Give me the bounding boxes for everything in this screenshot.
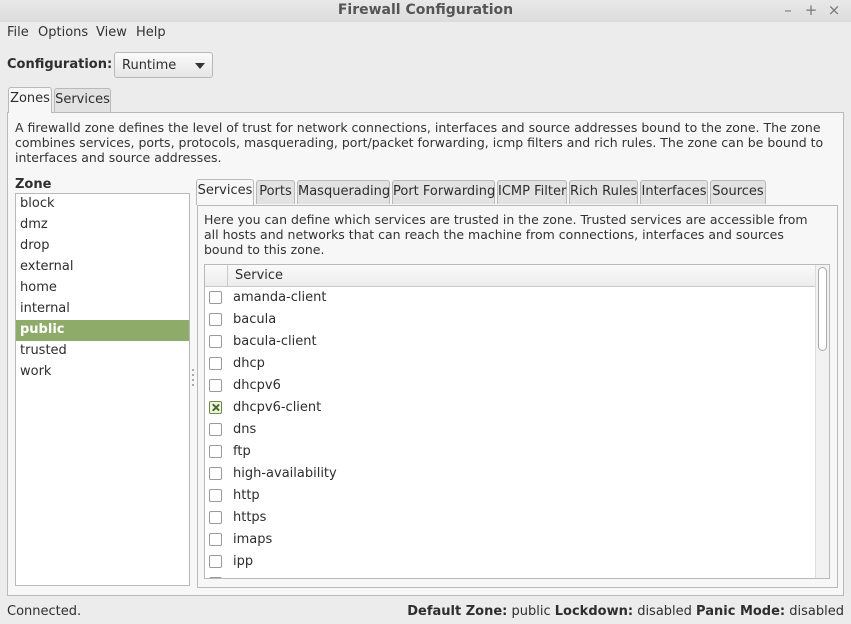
zones-description: A firewalld zone defines the level of tr… bbox=[15, 120, 824, 165]
default-zone-label: Default Zone: bbox=[407, 604, 508, 619]
tab-zone-sources[interactable]: Sources bbox=[710, 180, 766, 204]
firewall-config-window: Firewall Configuration – + × File Option… bbox=[0, 0, 851, 624]
configuration-value: Runtime bbox=[122, 58, 177, 73]
default-zone-value: public bbox=[511, 604, 551, 619]
service-checkbox[interactable] bbox=[209, 511, 222, 524]
service-name: http bbox=[233, 488, 260, 503]
service-checkbox[interactable] bbox=[209, 379, 222, 392]
service-checkbox[interactable] bbox=[209, 533, 222, 546]
zone-item-trusted[interactable]: trusted bbox=[16, 341, 189, 362]
zone-list: block dmz drop external home internal pu… bbox=[15, 193, 190, 586]
service-checkbox[interactable] bbox=[209, 555, 222, 568]
service-checkbox[interactable] bbox=[209, 577, 222, 578]
table-row: imaps bbox=[205, 529, 815, 551]
service-name: dhcp bbox=[233, 356, 265, 371]
table-row: https bbox=[205, 507, 815, 529]
service-name: amanda-client bbox=[233, 290, 327, 305]
service-name: high-availability bbox=[233, 466, 337, 481]
lockdown-value: disabled bbox=[637, 604, 692, 619]
lockdown-label: Lockdown: bbox=[554, 604, 634, 619]
service-checkbox[interactable] bbox=[209, 489, 222, 502]
window-title: Firewall Configuration bbox=[337, 2, 514, 18]
zone-services-panel: Here you can define which services are t… bbox=[197, 205, 838, 588]
zone-item-internal[interactable]: internal bbox=[16, 299, 189, 320]
zones-panel: A firewalld zone defines the level of tr… bbox=[7, 112, 844, 596]
panic-mode-label: Panic Mode: bbox=[696, 604, 786, 619]
zone-item-external[interactable]: external bbox=[16, 257, 189, 278]
service-name: bacula-client bbox=[233, 334, 317, 349]
configuration-label: Configuration: bbox=[7, 57, 113, 72]
table-row-partial bbox=[205, 573, 815, 578]
table-row: bacula-client bbox=[205, 331, 815, 353]
service-name: imaps bbox=[233, 532, 273, 547]
table-row: ftp bbox=[205, 441, 815, 463]
connection-status: Connected. bbox=[7, 604, 82, 619]
service-name: dhcpv6 bbox=[233, 378, 281, 393]
service-checkbox[interactable] bbox=[209, 445, 222, 458]
services-table-header: Service bbox=[205, 265, 815, 287]
panic-mode-value: disabled bbox=[789, 604, 844, 619]
tab-zone-rich-rules[interactable]: Rich Rules bbox=[569, 180, 638, 204]
zone-item-dmz[interactable]: dmz bbox=[16, 215, 189, 236]
menu-help[interactable]: Help bbox=[136, 25, 166, 40]
tab-zone-masquerading[interactable]: Masquerading bbox=[297, 180, 390, 204]
scrollbar-thumb[interactable] bbox=[818, 267, 827, 351]
table-row: high-availability bbox=[205, 463, 815, 485]
tab-zone-services[interactable]: Services bbox=[196, 179, 254, 205]
service-name: https bbox=[233, 510, 267, 525]
menu-bar: File Options View Help bbox=[0, 22, 851, 44]
pane-resize-handle[interactable] bbox=[191, 369, 195, 395]
menu-view[interactable]: View bbox=[96, 25, 127, 40]
zone-item-work[interactable]: work bbox=[16, 362, 189, 383]
tab-zone-icmp-filter[interactable]: ICMP Filter bbox=[497, 180, 567, 204]
menu-file[interactable]: File bbox=[7, 25, 29, 40]
table-row: amanda-client bbox=[205, 287, 815, 309]
tab-zone-port-forwarding[interactable]: Port Forwarding bbox=[392, 180, 495, 204]
zone-item-drop[interactable]: drop bbox=[16, 236, 189, 257]
zone-item-block[interactable]: block bbox=[16, 194, 189, 215]
service-checkbox[interactable] bbox=[209, 335, 222, 348]
service-checkbox[interactable] bbox=[209, 467, 222, 480]
maximize-icon[interactable]: + bbox=[801, 1, 821, 19]
status-bar: Connected. Default Zone: public Lockdown… bbox=[0, 601, 851, 623]
services-table: Service amanda-client bacula bacula-clie… bbox=[204, 264, 830, 579]
tab-zones[interactable]: Zones bbox=[8, 87, 52, 113]
service-name: bacula bbox=[233, 312, 277, 327]
service-name: ftp bbox=[233, 444, 251, 459]
tab-zone-ports[interactable]: Ports bbox=[256, 180, 295, 204]
service-checkbox[interactable] bbox=[209, 291, 222, 304]
service-name: ipp bbox=[233, 554, 254, 569]
title-bar[interactable]: Firewall Configuration – + × bbox=[0, 0, 851, 22]
table-row: dns bbox=[205, 419, 815, 441]
table-row: http bbox=[205, 485, 815, 507]
configuration-dropdown[interactable]: Runtime bbox=[114, 52, 213, 78]
tab-services[interactable]: Services bbox=[54, 88, 111, 112]
service-checkbox-checked[interactable] bbox=[209, 401, 222, 414]
services-description: Here you can define which services are t… bbox=[204, 212, 808, 257]
table-row: ipp bbox=[205, 551, 815, 573]
close-icon[interactable]: × bbox=[824, 1, 844, 19]
minimize-icon[interactable]: – bbox=[778, 1, 798, 19]
service-column-header[interactable]: Service bbox=[235, 268, 283, 283]
dropdown-arrow-icon bbox=[195, 63, 205, 69]
services-scrollbar[interactable] bbox=[815, 265, 829, 578]
table-row: dhcpv6 bbox=[205, 375, 815, 397]
table-row: bacula bbox=[205, 309, 815, 331]
zone-item-public[interactable]: public bbox=[16, 320, 189, 341]
zone-item-home[interactable]: home bbox=[16, 278, 189, 299]
service-name: dhcpv6-client bbox=[233, 400, 322, 415]
service-checkbox[interactable] bbox=[209, 313, 222, 326]
service-checkbox[interactable] bbox=[209, 357, 222, 370]
service-checkbox[interactable] bbox=[209, 423, 222, 436]
menu-options[interactable]: Options bbox=[38, 25, 88, 40]
status-summary: Default Zone: public Lockdown: disabled … bbox=[407, 604, 844, 619]
zone-list-heading: Zone bbox=[15, 177, 52, 192]
table-row: dhcp bbox=[205, 353, 815, 375]
tab-zone-interfaces[interactable]: Interfaces bbox=[640, 180, 708, 204]
service-name: dns bbox=[233, 422, 257, 437]
table-row: dhcpv6-client bbox=[205, 397, 815, 419]
